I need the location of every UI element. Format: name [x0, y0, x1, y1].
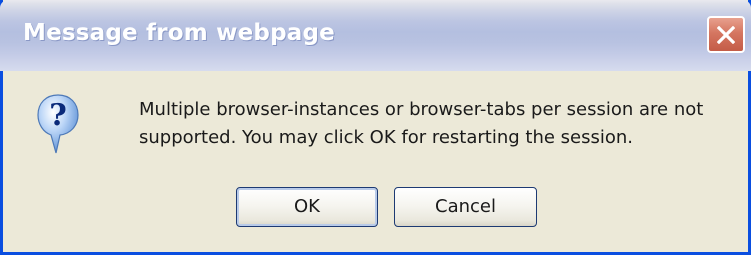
message-dialog: Message from webpage ? Multiple browser-…: [0, 0, 751, 255]
ok-button[interactable]: OK: [236, 187, 378, 227]
close-button[interactable]: [707, 16, 745, 53]
dialog-message: Multiple browser-instances or browser-ta…: [139, 96, 739, 152]
close-icon: [717, 26, 735, 44]
cancel-button[interactable]: Cancel: [394, 187, 537, 227]
message-line-1: Multiple browser-instances or browser-ta…: [139, 99, 704, 120]
svg-text:?: ?: [49, 98, 67, 133]
message-line-2: supported. You may click OK for restarti…: [139, 127, 634, 148]
dialog-body: ? Multiple browser-instances or browser-…: [3, 71, 748, 252]
dialog-title: Message from webpage: [23, 20, 335, 46]
title-bar[interactable]: Message from webpage: [0, 0, 751, 71]
question-icon: ?: [37, 94, 79, 154]
